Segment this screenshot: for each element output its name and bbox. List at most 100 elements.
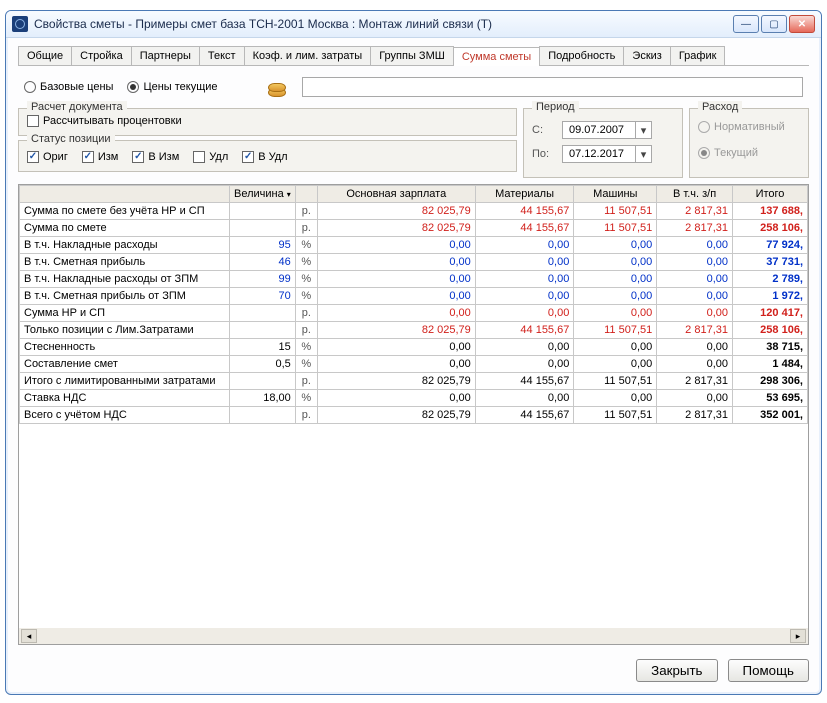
col-header[interactable]: Итого	[733, 186, 808, 203]
table-row[interactable]: Итого с лимитированными затратамир.82 02…	[20, 373, 808, 390]
tab-6[interactable]: Сумма сметы	[453, 47, 540, 66]
table-row[interactable]: Всего с учётом НДСр.82 025,7944 155,6711…	[20, 407, 808, 424]
close-button[interactable]: ✕	[789, 15, 815, 33]
minimize-button[interactable]: —	[733, 15, 759, 33]
cell-total: 352 001,	[733, 407, 808, 424]
tab-5[interactable]: Группы ЗМШ	[370, 46, 454, 65]
cell-value: 18,00	[230, 390, 296, 407]
date-to-select[interactable]: 07.12.2017▾	[562, 145, 652, 163]
table-row[interactable]: Сумма по смете без учёта НР и СПр.82 025…	[20, 203, 808, 220]
table-row[interactable]: В т.ч. Сметная прибыль от ЗПМ70%0,000,00…	[20, 288, 808, 305]
cell-incl: 0,00	[657, 356, 733, 373]
cell-unit: %	[295, 237, 317, 254]
cell-machines: 0,00	[574, 254, 657, 271]
row-name: Сумма НР и СП	[20, 305, 230, 322]
help-button[interactable]: Помощь	[728, 659, 809, 682]
scroll-left-icon[interactable]: ◂	[21, 629, 37, 643]
table-row[interactable]: Сумма по сметер.82 025,7944 155,6711 507…	[20, 220, 808, 237]
cell-machines: 11 507,51	[574, 322, 657, 339]
col-header[interactable]: В т.ч. з/п	[657, 186, 733, 203]
scroll-right-icon[interactable]: ▸	[790, 629, 806, 643]
period-group: Период С: 09.07.2007▾ По: 07.12.2017▾	[523, 108, 683, 178]
cell-unit: р.	[295, 407, 317, 424]
table-row[interactable]: Составление смет0,5%0,000,000,000,001 48…	[20, 356, 808, 373]
row-name: Только позиции с Лим.Затратами	[20, 322, 230, 339]
tab-9[interactable]: График	[670, 46, 726, 65]
cell-salary: 0,00	[317, 237, 475, 254]
horizontal-scrollbar[interactable]: ◂ ▸	[19, 628, 808, 644]
current-expense-label: Текущий	[714, 147, 758, 159]
checkbox-status-3[interactable]: Удл	[193, 151, 228, 163]
cell-value	[230, 407, 296, 424]
table-row[interactable]: В т.ч. Накладные расходы от ЗПМ99%0,000,…	[20, 271, 808, 288]
cell-materials: 0,00	[475, 390, 574, 407]
radio-normative: Нормативный	[698, 121, 800, 133]
titlebar: Свойства сметы - Примеры смет база ТСН-2…	[6, 11, 821, 38]
close-dialog-button[interactable]: Закрыть	[636, 659, 717, 682]
row-name: Ставка НДС	[20, 390, 230, 407]
tab-3[interactable]: Текст	[199, 46, 245, 65]
checkbox-status-1[interactable]: Изм	[82, 151, 119, 163]
radio-current-prices[interactable]: Цены текущие	[127, 81, 217, 93]
cell-incl: 0,00	[657, 390, 733, 407]
cell-machines: 11 507,51	[574, 407, 657, 424]
radio-current-expense: Текущий	[698, 147, 800, 159]
window-title: Свойства сметы - Примеры смет база ТСН-2…	[34, 17, 727, 31]
cell-machines: 11 507,51	[574, 220, 657, 237]
data-grid[interactable]: Величина ▾ Основная зарплатаМатериалыМаши…	[18, 184, 809, 645]
col-header[interactable]	[295, 186, 317, 203]
cell-value	[230, 322, 296, 339]
cell-machines: 0,00	[574, 339, 657, 356]
cell-materials: 44 155,67	[475, 203, 574, 220]
window: Свойства сметы - Примеры смет база ТСН-2…	[5, 10, 822, 695]
chevron-down-icon: ▾	[635, 146, 651, 162]
row-name: Сумма по смете без учёта НР и СП	[20, 203, 230, 220]
row-name: Составление смет	[20, 356, 230, 373]
table-row[interactable]: Только позиции с Лим.Затратамир.82 025,7…	[20, 322, 808, 339]
period-from-label: С:	[532, 124, 552, 136]
table-row[interactable]: Сумма НР и СПр.0,000,000,000,00120 417,	[20, 305, 808, 322]
cell-incl: 0,00	[657, 254, 733, 271]
tab-1[interactable]: Стройка	[71, 46, 132, 65]
col-header[interactable]: Основная зарплата	[317, 186, 475, 203]
price-input[interactable]	[302, 77, 803, 97]
cell-incl: 0,00	[657, 237, 733, 254]
calc-pct-label: Рассчитывать процентовки	[43, 115, 182, 127]
table-row[interactable]: В т.ч. Накладные расходы95%0,000,000,000…	[20, 237, 808, 254]
table-row[interactable]: В т.ч. Сметная прибыль46%0,000,000,000,0…	[20, 254, 808, 271]
checkbox-status-2[interactable]: В Изм	[132, 151, 179, 163]
period-to-label: По:	[532, 148, 552, 160]
checkbox-status-4[interactable]: В Удл	[242, 151, 287, 163]
radio-base-prices[interactable]: Базовые цены	[24, 81, 113, 93]
cell-value	[230, 203, 296, 220]
col-header[interactable]: Материалы	[475, 186, 574, 203]
cell-total: 258 106,	[733, 322, 808, 339]
cell-unit: р.	[295, 203, 317, 220]
date-from-select[interactable]: 09.07.2007▾	[562, 121, 652, 139]
expense-legend: Расход	[698, 101, 742, 113]
col-header[interactable]	[20, 186, 230, 203]
status-label: В Изм	[148, 151, 179, 163]
tab-4[interactable]: Коэф. и лим. затраты	[244, 46, 372, 65]
tab-2[interactable]: Партнеры	[131, 46, 200, 65]
cell-incl: 2 817,31	[657, 203, 733, 220]
document-calc-group: Расчет документа Рассчитывать процентовк…	[18, 108, 517, 136]
table-row[interactable]: Стесненность15%0,000,000,000,0038 715,	[20, 339, 808, 356]
table-row[interactable]: Ставка НДС18,00%0,000,000,000,0053 695,	[20, 390, 808, 407]
maximize-button[interactable]: ▢	[761, 15, 787, 33]
cell-value: 46	[230, 254, 296, 271]
checkbox-calc-percent[interactable]: Рассчитывать процентовки	[27, 115, 508, 127]
cell-salary: 0,00	[317, 288, 475, 305]
status-group: Статус позиции ОригИзмВ ИзмУдлВ Удл	[18, 140, 517, 172]
cell-materials: 0,00	[475, 356, 574, 373]
col-header[interactable]: Величина ▾	[230, 186, 296, 203]
tab-8[interactable]: Эскиз	[623, 46, 670, 65]
cell-machines: 11 507,51	[574, 203, 657, 220]
tab-0[interactable]: Общие	[18, 46, 72, 65]
checkbox-status-0[interactable]: Ориг	[27, 151, 68, 163]
cell-incl: 0,00	[657, 288, 733, 305]
col-header[interactable]: Машины	[574, 186, 657, 203]
cell-total: 37 731,	[733, 254, 808, 271]
tab-7[interactable]: Подробность	[539, 46, 624, 65]
cell-total: 1 972,	[733, 288, 808, 305]
